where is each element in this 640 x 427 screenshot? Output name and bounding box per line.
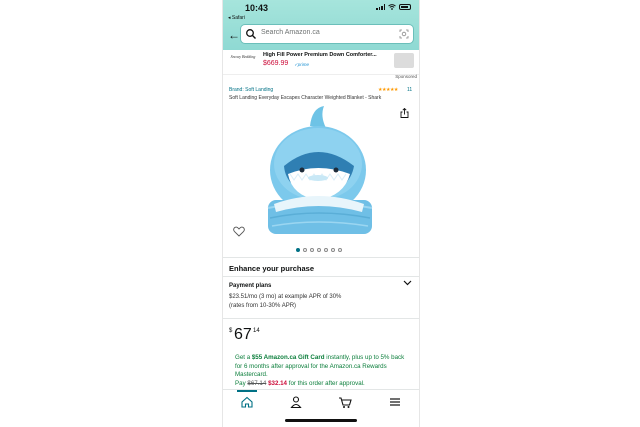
bottom-nav-bar (223, 389, 419, 415)
old-price: $67.14 (247, 379, 267, 387)
payment-plan-text: $23.51/mo (3 mo) at example APR of 30% (229, 294, 342, 300)
cart-icon[interactable] (338, 395, 352, 409)
product-image-shark-blanket[interactable] (254, 104, 386, 240)
image-carousel-dots[interactable] (296, 248, 342, 252)
menu-icon[interactable] (388, 395, 402, 409)
enhance-heading: Enhance your purchase (229, 264, 315, 273)
carousel-dot[interactable] (324, 248, 328, 252)
wishlist-heart-icon[interactable] (233, 226, 245, 237)
ad-brand-logo: Snowy Bedding (230, 54, 256, 59)
status-time: 10:43 (245, 3, 269, 13)
header-bar: 10:43 ◂ Safari ← Search Amazon.ca (223, 0, 419, 50)
price-whole: 67 (234, 326, 252, 343)
gift-card-amount: $55 Amazon.ca Gift Card (251, 354, 325, 361)
search-placeholder: Search Amazon.ca (261, 29, 320, 36)
offer-text: for this order after approval. (287, 379, 365, 387)
share-icon[interactable] (400, 108, 409, 118)
payment-plan-rates: (rates from 10-30% APR) (229, 303, 297, 309)
camera-scan-icon[interactable] (399, 29, 409, 39)
ad-product-thumbnail[interactable] (394, 53, 414, 68)
home-indicator[interactable] (285, 419, 357, 422)
carousel-dot[interactable] (317, 248, 321, 252)
status-icons (376, 4, 411, 10)
search-input[interactable]: Search Amazon.ca (241, 25, 413, 43)
carousel-dot[interactable] (303, 248, 307, 252)
phone-screen: 10:43 ◂ Safari ← Search Amazon.ca Snowy … (222, 0, 420, 427)
offer-text: Pay (235, 379, 248, 387)
carousel-dot[interactable] (338, 248, 342, 252)
rating-count[interactable]: 11 (407, 87, 412, 93)
active-tab-indicator (237, 390, 257, 392)
offer-text: Get a (235, 354, 252, 361)
back-arrow-icon[interactable]: ← (228, 29, 240, 41)
sponsored-ad-banner[interactable]: Snowy Bedding High Fill Power Premium Do… (223, 50, 419, 75)
chevron-down-icon[interactable] (403, 280, 412, 286)
back-to-safari-link[interactable]: ◂ Safari (228, 15, 245, 21)
discounted-price: $32.14 (268, 379, 287, 387)
price-currency: $ (229, 328, 233, 334)
payment-plans-title[interactable]: Payment plans (229, 283, 271, 289)
divider (223, 257, 419, 258)
battery-icon (399, 4, 411, 10)
carousel-dot[interactable] (296, 248, 300, 252)
signal-icon (376, 4, 385, 10)
ad-title[interactable]: High Fill Power Premium Down Comforter..… (263, 52, 377, 58)
home-icon[interactable] (240, 395, 254, 409)
prime-badge: ✓prime (294, 62, 310, 67)
ad-price: $669.99 (263, 60, 289, 67)
carousel-dot[interactable] (331, 248, 335, 252)
account-icon[interactable] (289, 395, 303, 409)
gift-card-offer[interactable]: Get a $55 Amazon.ca Gift Card instantly,… (235, 354, 411, 388)
product-title: Soft Landing Everyday Escapes Character … (229, 95, 382, 101)
divider (223, 318, 419, 319)
divider (223, 276, 419, 277)
brand-link[interactable]: Brand: Soft Landing (229, 87, 273, 93)
rating-stars[interactable]: ★★★★★ (378, 87, 398, 93)
price-fraction: 14 (253, 328, 260, 334)
search-icon (246, 29, 256, 39)
carousel-dot[interactable] (310, 248, 314, 252)
wifi-icon (388, 4, 396, 10)
sponsored-label: Sponsored (395, 74, 417, 79)
